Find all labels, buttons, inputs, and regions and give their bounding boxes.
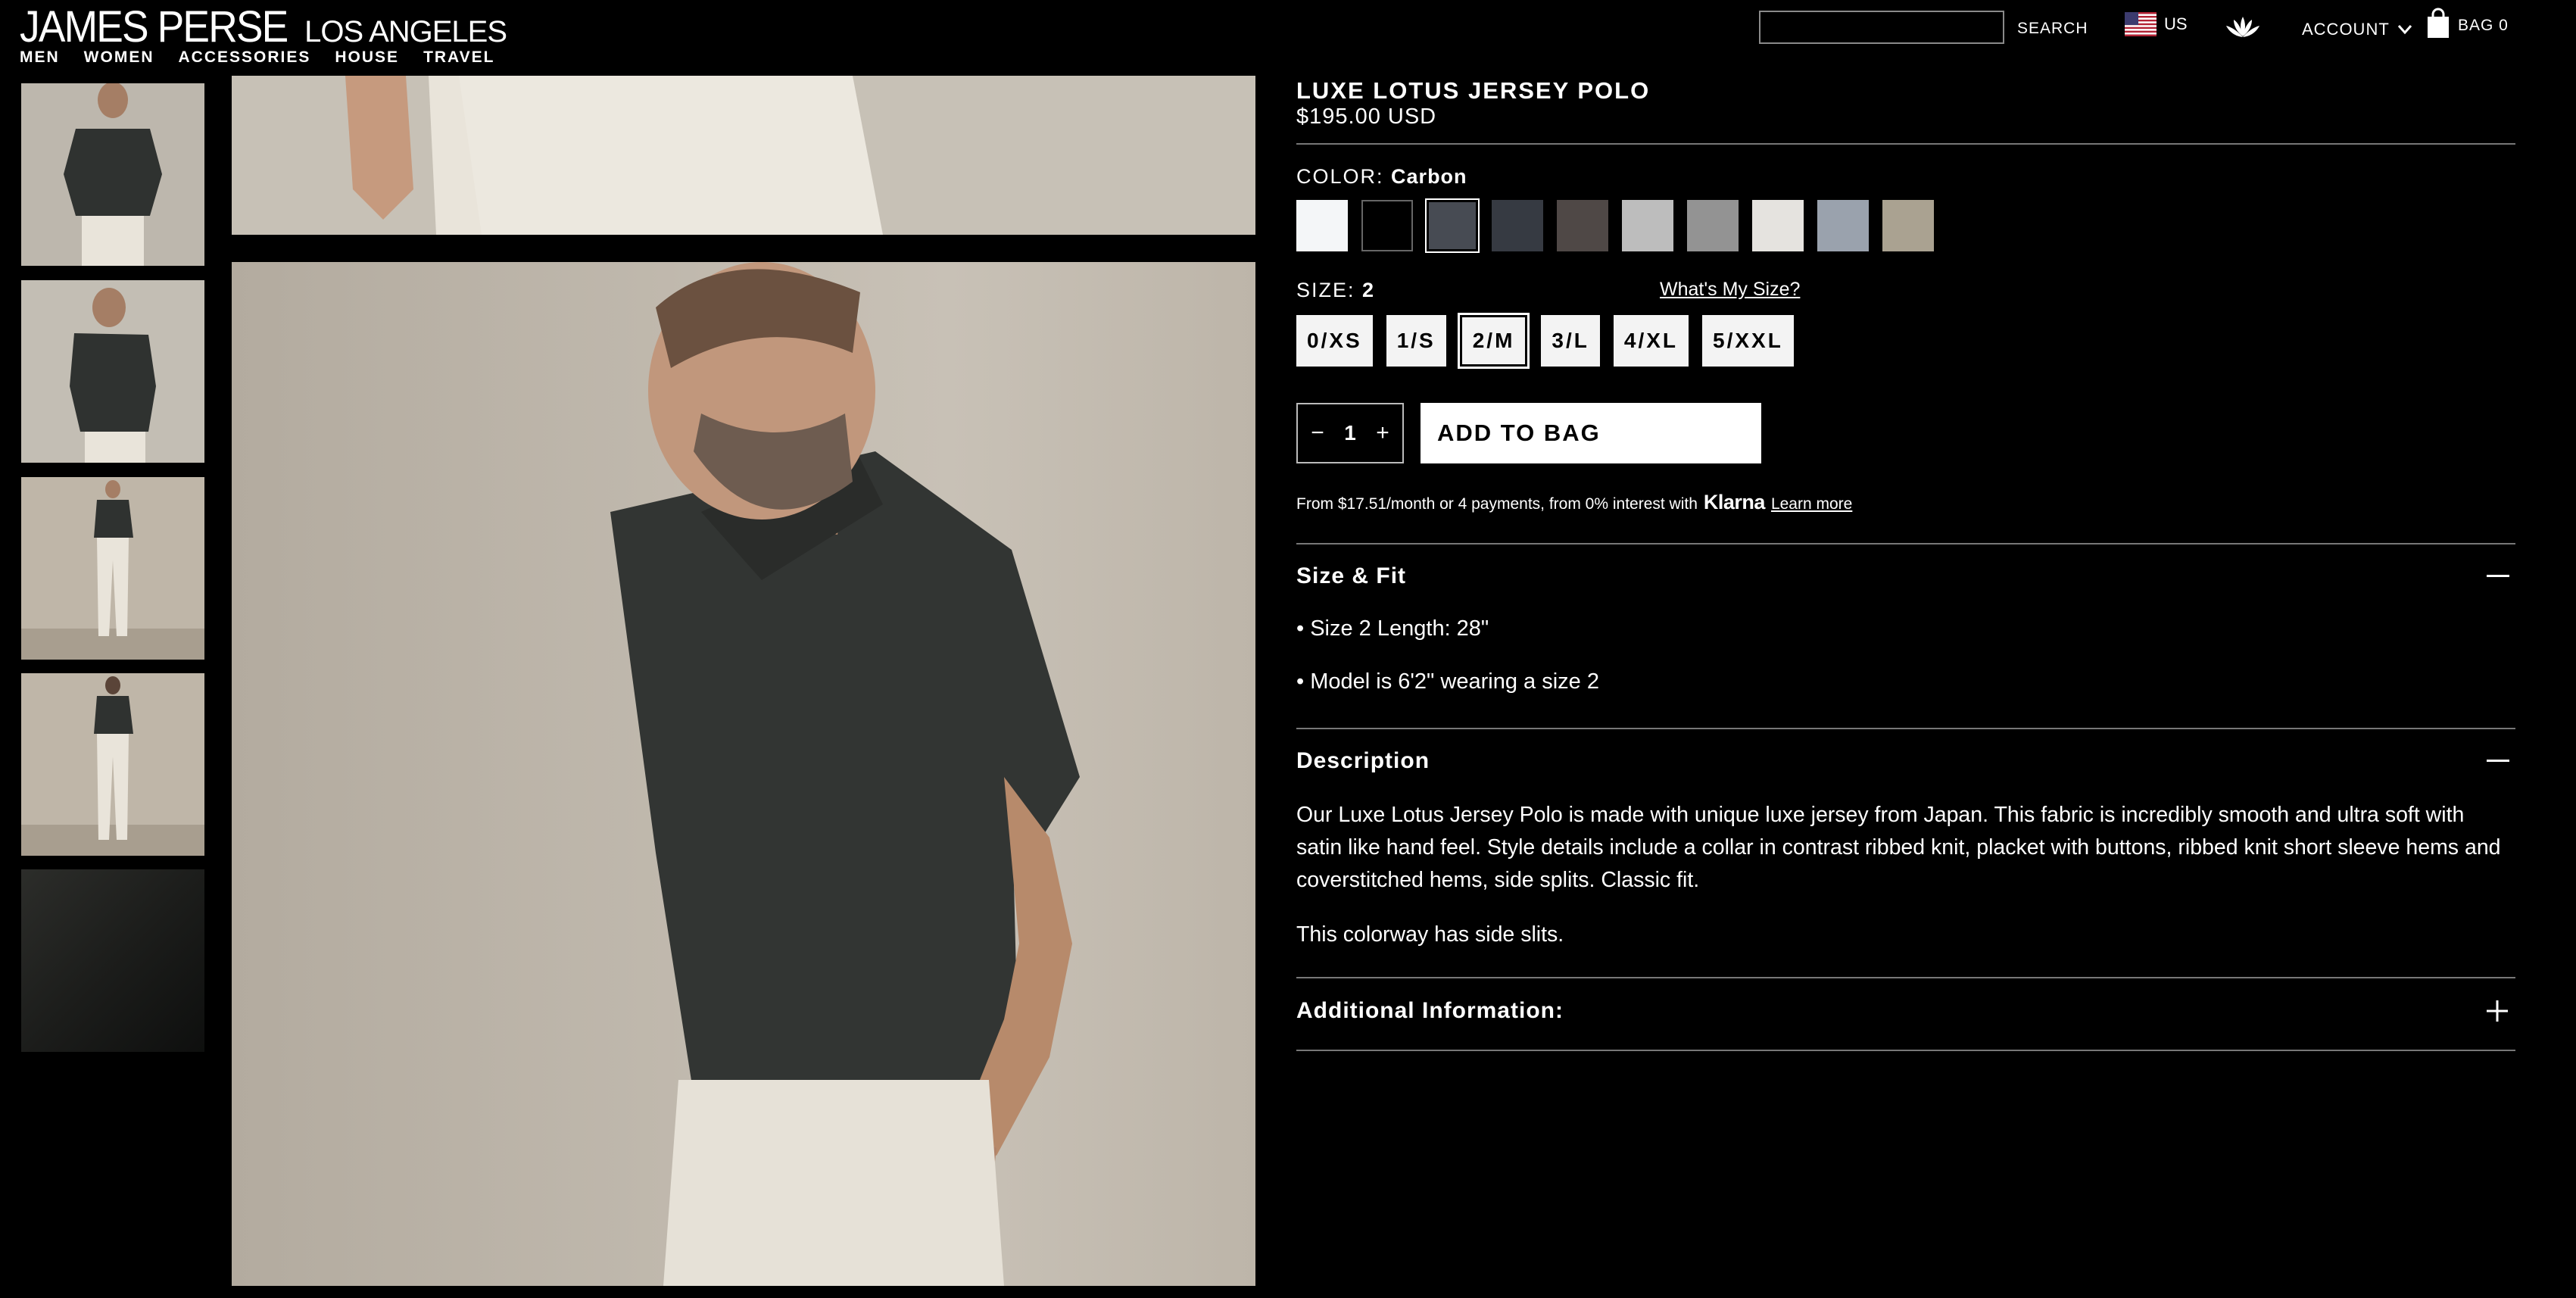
- color-swatch-taupe[interactable]: [1882, 200, 1934, 251]
- account-menu[interactable]: ACCOUNT: [2302, 20, 2412, 39]
- size-label-text: SIZE:: [1296, 279, 1355, 301]
- add-to-bag-button[interactable]: ADD TO BAG: [1421, 403, 1761, 463]
- search-button[interactable]: SEARCH: [2017, 20, 2088, 38]
- country-label: US: [2164, 14, 2188, 33]
- size-option-selected[interactable]: 2/M: [1457, 313, 1530, 369]
- color-swatch-brown-stone[interactable]: [1557, 200, 1608, 251]
- nav-men[interactable]: MEN: [20, 48, 60, 67]
- thumbnail-image: [21, 83, 204, 266]
- description-note: This colorway has side slits.: [1296, 922, 1564, 947]
- main-nav: MEN WOMEN ACCESSORIES HOUSE TRAVEL: [20, 48, 495, 67]
- nav-accessories[interactable]: ACCESSORIES: [179, 48, 311, 67]
- thumbnail-image: [21, 280, 204, 463]
- bag-icon: [2428, 8, 2449, 38]
- additional-info-accordion-header[interactable]: Additional Information:: [1296, 998, 2515, 1024]
- description-title: Description: [1296, 748, 1430, 773]
- description-accordion-header[interactable]: Description: [1296, 748, 2515, 774]
- quantity-stepper: − 1 +: [1296, 403, 1404, 463]
- klarna-logo: Klarna: [1703, 491, 1766, 513]
- color-swatch-white[interactable]: [1296, 200, 1348, 251]
- product-image-main: [232, 262, 1255, 1286]
- nav-travel[interactable]: TRAVEL: [423, 48, 494, 67]
- brand-logo[interactable]: JAMES PERSE LOS ANGELES: [20, 2, 507, 52]
- size-option[interactable]: 4/XL: [1613, 315, 1689, 367]
- klarna-text: From $17.51/month or 4 payments, from 0%…: [1296, 495, 1698, 513]
- color-swatch-heather-grey[interactable]: [1622, 200, 1673, 251]
- divider: [1296, 728, 2515, 729]
- color-value: Carbon: [1391, 165, 1467, 188]
- product-price: $195.00 USD: [1296, 105, 1437, 129]
- thumbnail-2[interactable]: [21, 280, 204, 463]
- nav-women[interactable]: WOMEN: [84, 48, 154, 67]
- thumbnail-image: [21, 673, 204, 856]
- klarna-learn-more-link[interactable]: Learn more: [1771, 495, 1852, 513]
- size-fit-accordion-header[interactable]: Size & Fit: [1296, 563, 2515, 589]
- size-option[interactable]: 3/L: [1541, 315, 1600, 367]
- divider: [1296, 143, 2515, 145]
- size-value: 2: [1362, 279, 1376, 301]
- size-fit-title: Size & Fit: [1296, 563, 1407, 588]
- country-selector[interactable]: US: [2125, 12, 2188, 36]
- size-option[interactable]: 0/XS: [1296, 315, 1373, 367]
- color-swatch-natural[interactable]: [1752, 200, 1804, 251]
- decrease-quantity-button[interactable]: −: [1308, 420, 1327, 446]
- chevron-down-icon: [2397, 25, 2412, 35]
- minus-icon: [2487, 575, 2509, 577]
- thumbnail-5-fabric[interactable]: [21, 869, 204, 1052]
- color-swatch-carbon[interactable]: [1425, 198, 1480, 253]
- lotus-logo-icon[interactable]: [2225, 14, 2261, 41]
- color-label: COLOR: Carbon: [1296, 165, 1467, 189]
- size-label: SIZE: 2: [1296, 279, 1375, 302]
- divider: [1296, 1050, 2515, 1051]
- product-image: [232, 76, 1255, 235]
- description-text: Our Luxe Lotus Jersey Polo is made with …: [1296, 803, 2501, 892]
- us-flag-icon: [2125, 12, 2157, 36]
- size-option[interactable]: 1/S: [1386, 315, 1446, 367]
- divider: [1296, 543, 2515, 544]
- color-swatch-blue-grey[interactable]: [1817, 200, 1869, 251]
- search-input[interactable]: [1759, 11, 2004, 44]
- bag-count: BAG 0: [2458, 17, 2509, 34]
- site-header: JAMES PERSE LOS ANGELES MEN WOMEN ACCESS…: [0, 0, 2576, 76]
- increase-quantity-button[interactable]: +: [1374, 420, 1392, 446]
- additional-info-title: Additional Information:: [1296, 998, 1564, 1023]
- thumbnail-4[interactable]: [21, 673, 204, 856]
- brand-location: LOS ANGELES: [304, 15, 507, 48]
- quantity-value[interactable]: 1: [1344, 421, 1356, 445]
- color-swatch-grey[interactable]: [1687, 200, 1739, 251]
- color-swatches: [1296, 198, 1934, 253]
- size-fit-item: • Size 2 Length: 28": [1296, 616, 1489, 641]
- size-options: 0/XS 1/S 2/M 3/L 4/XL 5/XXL: [1296, 313, 1794, 369]
- thumbnail-3[interactable]: [21, 477, 204, 660]
- thumbnail-image: [21, 477, 204, 660]
- color-swatch-black[interactable]: [1361, 200, 1413, 251]
- nav-house[interactable]: HOUSE: [335, 48, 399, 67]
- color-label-text: COLOR:: [1296, 165, 1384, 188]
- size-fit-item: • Model is 6'2" wearing a size 2: [1296, 669, 1599, 694]
- brand-name: JAMES PERSE: [20, 2, 288, 51]
- account-label: ACCOUNT: [2302, 20, 2390, 39]
- product-image-previous: [232, 76, 1255, 235]
- divider: [1296, 977, 2515, 978]
- minus-icon: [2487, 760, 2509, 762]
- thumbnail-image: [21, 869, 204, 1052]
- klarna-financing: From $17.51/month or 4 payments, from 0%…: [1296, 491, 1852, 514]
- product-image: [232, 262, 1255, 1286]
- thumbnail-1[interactable]: [21, 83, 204, 266]
- size-option[interactable]: 5/XXL: [1702, 315, 1794, 367]
- whats-my-size-link[interactable]: What's My Size?: [1660, 279, 1800, 301]
- product-title: LUXE LOTUS JERSEY POLO: [1296, 77, 1651, 104]
- bag-button[interactable]: BAG 0: [2426, 8, 2509, 39]
- color-swatch-dark-slate[interactable]: [1492, 200, 1543, 251]
- plus-icon: [2487, 1000, 2508, 1022]
